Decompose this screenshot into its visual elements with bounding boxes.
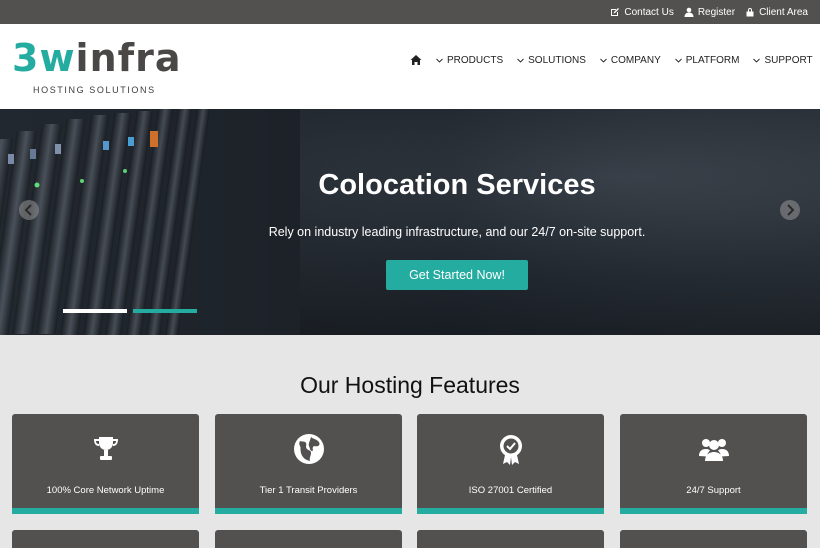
utility-links: Contact Us Register Client Area [610, 0, 808, 24]
slider-next-button[interactable] [780, 200, 800, 220]
feature-card-row2-4[interactable] [620, 530, 807, 548]
feature-accent-bar [417, 508, 604, 514]
contact-us-link[interactable]: Contact Us [610, 6, 674, 18]
feature-label: 24/7 Support [686, 485, 741, 496]
logo-mark: 3winfra [12, 34, 182, 82]
user-icon [684, 7, 694, 17]
slider-indicator-1[interactable] [63, 309, 127, 313]
trophy-icon [93, 437, 118, 460]
feature-icon-wrap [215, 432, 402, 466]
chevron-down-icon [517, 57, 524, 64]
nav-label: COMPANY [610, 54, 661, 66]
nav-item-solutions[interactable]: SOLUTIONS [517, 55, 586, 66]
lock-icon [746, 8, 754, 17]
features-grid: 100% Core Network Uptime Tier 1 Transit … [12, 414, 808, 514]
edit-icon [611, 8, 620, 16]
feature-label: ISO 27001 Certified [468, 485, 553, 496]
logo-mark-dark: infra [75, 36, 182, 80]
feature-icon-wrap [12, 432, 199, 466]
contact-us-label: Contact Us [624, 6, 674, 18]
register-link[interactable]: Register [684, 7, 735, 18]
globe-icon [293, 434, 324, 464]
register-label: Register [697, 6, 736, 18]
hero-overlay [0, 109, 820, 335]
nav-item-platform[interactable]: PLATFORM [674, 54, 740, 66]
feature-icon-wrap [417, 432, 604, 466]
feature-card-row2-1[interactable] [12, 530, 199, 548]
chevron-right-icon [787, 204, 795, 216]
features-heading: Our Hosting Features [300, 372, 520, 398]
feature-card-row2-2[interactable] [215, 530, 402, 548]
logo-tagline: HOSTING SOLUTIONS [33, 85, 156, 95]
hero-slider: Colocation Services Rely on industry lea… [0, 109, 820, 335]
feature-icon-wrap [620, 432, 807, 466]
chevron-down-icon [674, 57, 682, 64]
slider-indicator-2[interactable] [133, 309, 197, 313]
feature-card-uptime[interactable]: 100% Core Network Uptime [12, 414, 199, 514]
nav-item-products[interactable]: PRODUCTS [436, 55, 503, 66]
feature-accent-bar [620, 508, 807, 514]
feature-card-support[interactable]: 24/7 Support [620, 414, 807, 514]
nav-label: SUPPORT [764, 54, 813, 66]
nav-item-support[interactable]: SUPPORT [753, 54, 813, 66]
chevron-left-icon [24, 204, 32, 216]
nav-item-company[interactable]: COMPANY [600, 55, 661, 66]
home-icon [410, 55, 422, 65]
feature-accent-bar [12, 508, 199, 514]
chevron-down-icon [753, 57, 761, 64]
main-nav: PRODUCTS SOLUTIONS COMPANY PLATFORM SUPP… [410, 24, 820, 96]
feature-card-row2-3[interactable] [417, 530, 604, 548]
users-icon [698, 439, 729, 461]
nav-label: SOLUTIONS [528, 54, 586, 66]
nav-label: PRODUCTS [447, 54, 504, 66]
feature-card-transit[interactable]: Tier 1 Transit Providers [215, 414, 402, 514]
feature-accent-bar [215, 508, 402, 514]
logo[interactable]: 3winfra HOSTING SOLUTIONS [12, 34, 182, 98]
site-header: 3winfra HOSTING SOLUTIONS PRODUCTS SOLUT… [0, 24, 820, 109]
slider-prev-button[interactable] [19, 200, 39, 220]
feature-label: Tier 1 Transit Providers [259, 485, 358, 496]
get-started-button[interactable]: Get Started Now! [386, 260, 528, 290]
hero-title: Colocation Services [318, 169, 596, 201]
chevron-down-icon [600, 57, 607, 64]
client-area-link[interactable]: Client Area [745, 7, 808, 18]
hero-subtitle: Rely on industry leading infrastructure,… [268, 225, 646, 239]
feature-card-iso[interactable]: ISO 27001 Certified [417, 414, 604, 514]
logo-mark-accent: 3w [12, 36, 76, 80]
client-area-label: Client Area [759, 6, 808, 18]
award-badge-icon [499, 435, 522, 465]
nav-label: PLATFORM [685, 54, 740, 66]
top-utility-bar: Contact Us Register Client Area [0, 0, 820, 24]
feature-label: 100% Core Network Uptime [46, 485, 165, 496]
chevron-down-icon [436, 57, 443, 64]
nav-home[interactable] [410, 54, 422, 66]
